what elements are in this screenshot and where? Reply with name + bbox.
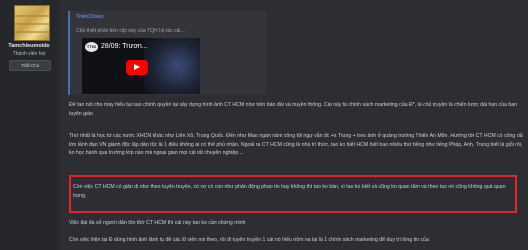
post-paragraph-1: Để tao nói cho mày hiểu tại sao chính qu…	[69, 102, 518, 117]
avatar[interactable]	[14, 5, 50, 41]
user-badge: Thất Chủ	[9, 60, 51, 71]
channel-logo: TT60	[85, 42, 98, 52]
video-thumbnail	[144, 38, 200, 94]
post-paragraph-2: Thứ nhất là học từ các nước XHCN khác nh…	[69, 133, 523, 157]
highlight-box	[69, 175, 517, 213]
youtube-embed[interactable]: TT60 28/09: Trươn...	[82, 38, 200, 94]
post-paragraph-4: Việc đại đa số người dân tôn thờ CT HCM …	[69, 220, 246, 226]
post-paragraph-5: Còn việc hiện tại Đ dùng hình ảnh lãnh t…	[69, 237, 429, 243]
user-name[interactable]: Tamchieumoide	[1, 43, 57, 49]
user-sidebar: Tamchieumoide Thành viên hoi Thất Chủ	[0, 0, 58, 250]
post-body: TriếnChieu: Chủ thiệt phân tiên clip này…	[62, 0, 528, 250]
video-title[interactable]: 28/09: Trươn...	[101, 43, 148, 50]
user-title: Thành viên hoi	[12, 51, 46, 57]
youtube-play-icon[interactable]	[126, 60, 148, 75]
quote-text: Chủ thiệt phân tiên clip này của TQH hộ …	[76, 28, 185, 34]
quote-author-link[interactable]: TriếnChieu:	[76, 14, 104, 20]
